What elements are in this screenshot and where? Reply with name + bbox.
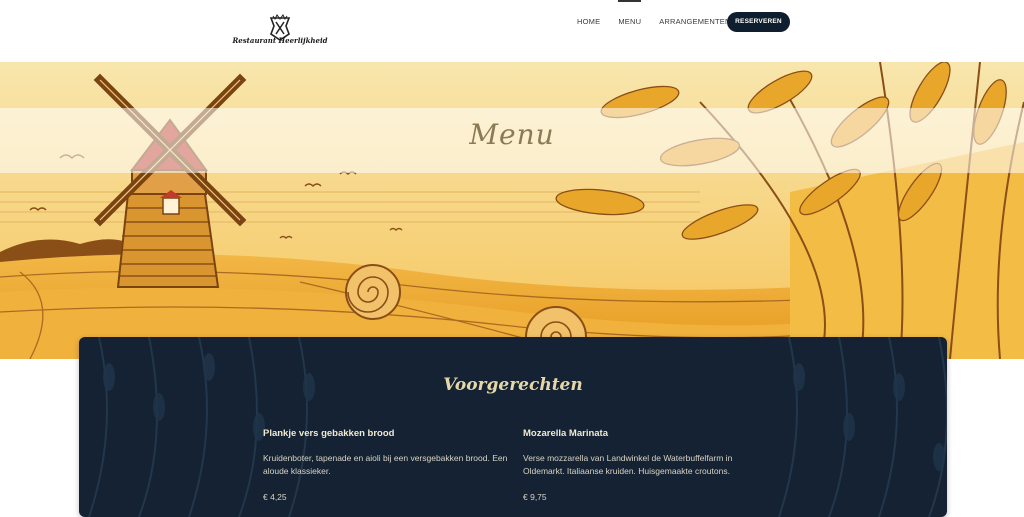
- section-title: Voorgerechten: [443, 375, 583, 395]
- menu-section: Voorgerechten Plankje vers gebakken broo…: [79, 337, 947, 517]
- menu-item-description: Kruidenboter, tapenade en aioli bij een …: [263, 453, 508, 476]
- nav-home[interactable]: HOME: [568, 0, 609, 44]
- menu-item: Plankje vers gebakken brood Kruidenboter…: [263, 428, 513, 502]
- menu-item: Mozarella Marinata Verse mozzarella van …: [523, 428, 773, 502]
- menu-item-price: € 9,75: [523, 492, 547, 502]
- hay-bale: [345, 264, 401, 320]
- menu-item-description: Verse mozzarella van Landwinkel de Water…: [523, 453, 733, 476]
- logo-text: Restaurant Heerlijkheid: [232, 36, 328, 45]
- site-header: Restaurant Heerlijkheid HOME MENU ARRANG…: [0, 0, 1024, 62]
- hero-banner: Menu: [0, 62, 1024, 359]
- site-logo[interactable]: Restaurant Heerlijkheid: [232, 14, 328, 48]
- nav-menu[interactable]: MENU: [609, 0, 650, 44]
- wheat-pattern: [88, 337, 947, 517]
- menu-item-name: Plankje vers gebakken brood: [263, 428, 395, 439]
- menu-item-price: € 4,25: [263, 492, 287, 502]
- menu-item-name: Mozarella Marinata: [523, 428, 608, 439]
- main-nav: HOME MENU ARRANGEMENTEN: [568, 0, 740, 44]
- reserve-button[interactable]: RESERVEREN: [727, 12, 790, 32]
- hero-illustration: [0, 62, 1024, 359]
- hero-title: Menu: [469, 118, 555, 151]
